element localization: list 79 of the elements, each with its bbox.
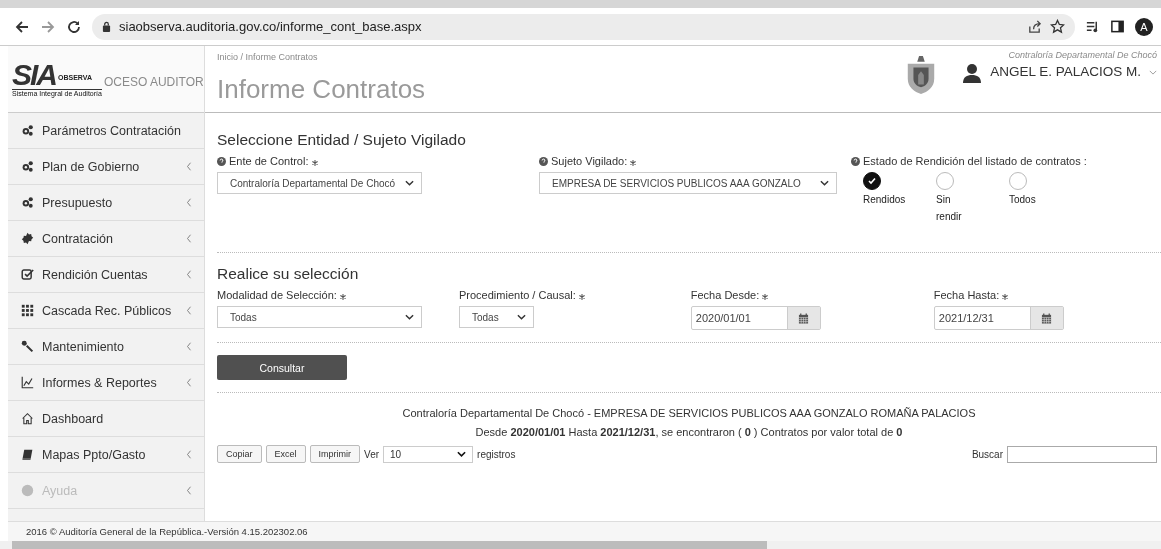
menu-item[interactable]: Mapas Ppto/Gasto — [8, 437, 204, 473]
forward-icon[interactable] — [40, 18, 56, 35]
grid-icon — [21, 304, 34, 317]
field-label: Ente de Control: — [229, 155, 309, 167]
user-icon — [962, 62, 983, 84]
url-text: siaobserva.auditoria.gov.co/informe_cont_base.aspx — [119, 19, 422, 34]
menu-item[interactable]: Rendición Cuentas — [8, 257, 204, 293]
select-field[interactable]: Contraloría Departamental De Chocó — [217, 172, 422, 194]
scrollbar-thumb[interactable] — [12, 541, 767, 549]
gears-icon — [21, 160, 34, 173]
chevron-down-icon — [405, 314, 414, 320]
page-size-select[interactable]: 10 — [383, 445, 474, 463]
line-chart-icon — [21, 376, 34, 389]
calendar-icon[interactable] — [798, 312, 810, 324]
menu-item[interactable]: Contratación — [8, 221, 204, 257]
search-label: Buscar — [971, 448, 1003, 460]
field-label: Fecha Hasta: — [933, 289, 1000, 301]
home-icon — [21, 412, 34, 425]
date-field[interactable]: 2020/01/01 — [690, 306, 821, 330]
menu-item[interactable]: Mantenimiento — [8, 329, 204, 365]
check-icon — [867, 176, 877, 186]
calendar-icon[interactable] — [1041, 312, 1053, 324]
chevron-down-icon — [405, 180, 414, 186]
show-label: Ver — [364, 448, 380, 460]
export-button[interactable]: Copiar — [217, 445, 262, 463]
export-button[interactable]: Excel — [265, 445, 306, 463]
export-button[interactable]: Imprimir — [309, 445, 361, 463]
section-title: Realice su selección — [217, 265, 360, 283]
menu-item[interactable]: Cascada Rec. Públicos — [8, 293, 204, 329]
section-title: Seleccione Entidad / Sujeto Vigilado — [217, 131, 467, 149]
lock-icon — [102, 21, 111, 32]
share-icon[interactable] — [1027, 19, 1042, 34]
search-field[interactable] — [1007, 445, 1157, 463]
gears-icon — [21, 196, 34, 209]
side-panel-icon[interactable] — [1110, 19, 1125, 34]
chevron-down-icon — [457, 451, 467, 457]
field-label: Fecha Desde: — [690, 289, 760, 301]
select-field[interactable]: Todas — [459, 306, 534, 328]
menu-item[interactable]: Presupuesto — [8, 185, 204, 221]
radio-button[interactable] — [863, 172, 881, 190]
profile-avatar[interactable]: A — [1135, 17, 1153, 36]
gears-icon — [21, 124, 34, 137]
book-icon — [21, 448, 34, 461]
entity-name: Contraloría Departamental De Chocó — [1008, 50, 1157, 60]
star-icon[interactable] — [1050, 19, 1065, 34]
field-label: Estado de Rendición del listado de contratos : — [863, 155, 1087, 167]
summary-title: Contraloría Departamental De Chocó - EMPRESA DE SERVICIOS PUBLICOS AAA GONZALO ROMAÑA PALACIOS — [402, 407, 976, 419]
radio-label: Todos — [1009, 193, 1037, 207]
menu-item[interactable]: Parámetros Contratación — [8, 113, 204, 149]
consultar-button[interactable]: Consultar — [217, 355, 347, 380]
radio-label: Rendidos — [863, 193, 903, 207]
address-bar[interactable]: siaobserva.auditoria.gov.co/informe_cont_base.aspx — [92, 13, 1075, 40]
select-field[interactable]: EMPRESA DE SERVICIOS PUBLICOS AAA GONZALO — [539, 172, 837, 194]
summary-detail: Desde 2020/01/01 Hasta 2021/12/31, se encontraron ( 0 ) Contratos por valor total de 0 — [475, 426, 903, 438]
playlist-icon[interactable] — [1085, 19, 1100, 34]
seal-icon — [21, 232, 34, 245]
user-menu[interactable]: ANGEL E. PALACIOS M. — [990, 64, 1141, 79]
radio-button[interactable] — [936, 172, 954, 190]
menu-item[interactable]: Plan de Gobierno — [8, 149, 204, 185]
wrench-icon — [21, 340, 34, 353]
back-icon[interactable] — [14, 18, 30, 35]
menu-item[interactable]: Informes & Reportes — [8, 365, 204, 401]
faded-title: OCESO AUDITOR — [103, 75, 204, 89]
reload-icon[interactable] — [66, 18, 82, 35]
page-title: Informe Contratos — [217, 74, 426, 105]
check-square-icon — [21, 268, 34, 281]
chevron-down-icon — [820, 180, 829, 186]
date-field[interactable]: 2021/12/31 — [933, 306, 1064, 330]
menu-item[interactable]: Dashboard — [8, 401, 204, 437]
field-label: Modalidad de Selección: — [217, 289, 337, 301]
select-field[interactable]: Todas — [217, 306, 422, 328]
field-label: Procedimiento / Causal: — [459, 289, 576, 301]
records-label: registros — [477, 448, 516, 460]
chevron-down-icon — [517, 314, 526, 320]
radio-label: Sin rendir — [936, 193, 963, 224]
breadcrumb: Inicio / Informe Contratos — [217, 52, 319, 62]
footer-text: 2016 © Auditoría General de la República.-Versión 4.15.202302.06 — [26, 526, 308, 537]
radio-button[interactable] — [1009, 172, 1027, 190]
field-label: Sujeto Vigilado: — [551, 155, 628, 167]
